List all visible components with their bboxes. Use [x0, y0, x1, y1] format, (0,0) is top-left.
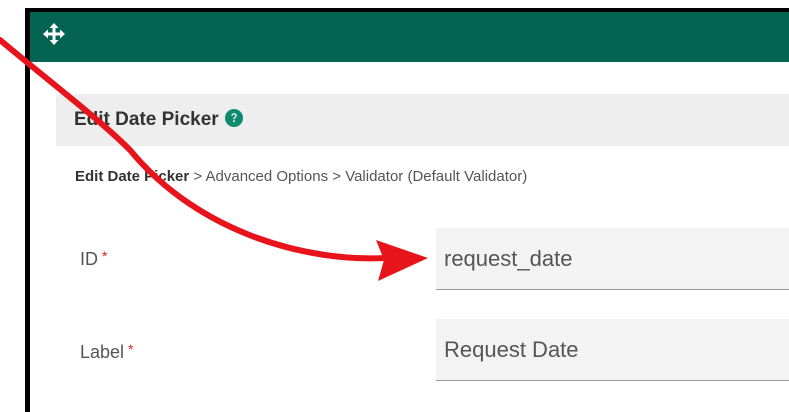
- breadcrumb-separator: >: [189, 168, 206, 185]
- id-field-label: ID *: [80, 248, 107, 270]
- label-required-marker: *: [128, 341, 134, 357]
- breadcrumb: Edit Date Picker > Advanced Options > Va…: [75, 168, 527, 185]
- label-field-label: Label *: [80, 341, 134, 363]
- dialog-header: Edit Date Picker: [56, 94, 789, 146]
- window-top-edge: [25, 8, 789, 12]
- breadcrumb-separator: >: [328, 168, 346, 185]
- move-arrows-icon[interactable]: [42, 22, 66, 46]
- screenshot-frame: Edit Date Picker Edit Date Picker > Adva…: [0, 0, 789, 412]
- breadcrumb-current[interactable]: Edit Date Picker: [75, 168, 189, 185]
- question-circle-icon[interactable]: [224, 109, 243, 127]
- id-required-marker: *: [102, 248, 108, 264]
- dialog-title: Edit Date Picker: [74, 109, 243, 131]
- breadcrumb-item-validator[interactable]: Validator (Default Validator): [345, 168, 527, 185]
- label-label-text: Label: [80, 342, 125, 362]
- dialog-title-text: Edit Date Picker: [74, 109, 219, 130]
- label-input[interactable]: [436, 319, 789, 381]
- dialog-body: Edit Date Picker Edit Date Picker > Adva…: [30, 62, 789, 412]
- id-input[interactable]: [436, 228, 789, 290]
- breadcrumb-item-advanced-options[interactable]: Advanced Options: [206, 168, 329, 185]
- dialog-titlebar[interactable]: [30, 12, 789, 62]
- id-label-text: ID: [80, 249, 98, 269]
